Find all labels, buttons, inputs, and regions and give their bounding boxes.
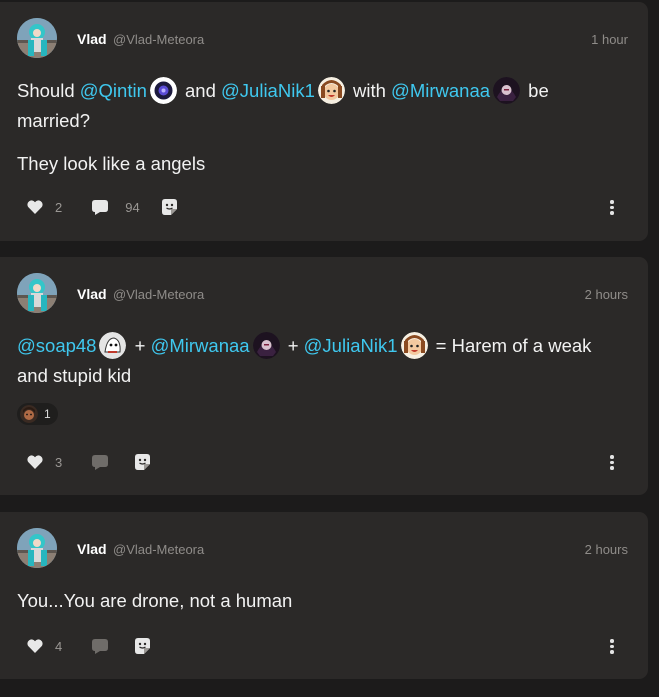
mention-link[interactable]: @Qintin [80,80,147,101]
author-avatar[interactable] [17,18,57,58]
author-name[interactable]: Vlad [77,31,107,47]
share-sticker-icon [135,454,151,470]
reaction-emoji-icon [20,405,38,423]
post-card: Vlad @Vlad-Meteora 2 hours @soap48 + @Mi… [0,257,648,495]
post-body: @soap48 + @Mirwanaa + @JuliaNik1 = Harem… [17,331,591,390]
body-text: with [347,80,392,101]
share-button[interactable] [135,638,151,654]
share-button[interactable] [161,199,177,215]
comment-button[interactable] [92,638,109,654]
mention-link[interactable]: @JuliaNik1 [304,335,398,356]
body-text: married? [17,109,90,131]
comment-button[interactable]: 94 [92,199,140,215]
heart-icon [27,639,43,653]
body-text: = Harem of a weak [430,335,592,356]
author-handle[interactable]: @Vlad-Meteora [113,32,204,47]
body-text: be [523,80,549,101]
body-text: Should [17,80,80,101]
like-button[interactable]: 3 [27,455,62,470]
more-options-button[interactable] [609,455,615,470]
share-button[interactable] [135,454,151,470]
reaction-count: 1 [44,407,51,421]
mention-link[interactable]: @Mirwanaa [151,335,250,356]
body-text: + [129,335,151,356]
body-text: + [282,335,304,356]
author-name[interactable]: Vlad [77,286,107,302]
post-body: Should @Qintin and @JuliaNik1 with @Mirw… [17,76,549,178]
post-card: Vlad @Vlad-Meteora 2 hours You...You are… [0,512,648,679]
like-button[interactable]: 2 [27,200,62,215]
mention-avatar[interactable] [252,331,280,359]
more-options-button[interactable] [609,200,615,215]
like-count: 3 [55,454,63,470]
comment-bubble-icon [92,199,109,215]
post-body: You...You are drone, not a human [17,586,292,615]
body-text: They look like a angels [17,152,206,174]
mention-avatar[interactable] [400,331,428,359]
heart-icon [27,200,43,214]
author-avatar[interactable] [17,528,57,568]
comment-button[interactable] [92,454,109,470]
post-actions: 3 [27,452,151,472]
post-actions: 4 [27,636,151,656]
share-sticker-icon [135,638,151,654]
post-actions: 2 94 [27,197,177,217]
post-card: Vlad @Vlad-Meteora 1 hour Should @Qintin… [0,2,648,241]
like-count: 4 [55,638,63,654]
author-handle[interactable]: @Vlad-Meteora [113,542,204,557]
like-button[interactable]: 4 [27,639,62,654]
mention-link[interactable]: @soap48 [17,335,96,356]
reaction-chip[interactable]: 1 [17,403,58,425]
author-avatar[interactable] [17,273,57,313]
mention-link[interactable]: @Mirwanaa [391,80,490,101]
post-timestamp[interactable]: 2 hours [585,542,628,557]
body-text: and stupid kid [17,364,132,386]
mention-link[interactable]: @JuliaNik1 [221,80,315,101]
mention-avatar[interactable] [493,76,521,104]
like-count: 2 [55,199,63,215]
post-timestamp[interactable]: 2 hours [585,287,628,302]
body-text: and [179,80,222,101]
mention-avatar[interactable] [99,331,127,359]
comment-bubble-icon [92,638,109,654]
mention-avatar[interactable] [317,76,345,104]
post-timestamp[interactable]: 1 hour [591,32,628,47]
author-handle[interactable]: @Vlad-Meteora [113,287,204,302]
heart-icon [27,455,43,469]
more-options-button[interactable] [609,639,615,654]
comment-bubble-icon [92,454,109,470]
share-sticker-icon [161,199,177,215]
author-name[interactable]: Vlad [77,541,107,557]
body-text: You...You are drone, not a human [17,590,293,611]
mention-avatar[interactable] [149,76,177,104]
comment-count: 94 [125,199,140,215]
